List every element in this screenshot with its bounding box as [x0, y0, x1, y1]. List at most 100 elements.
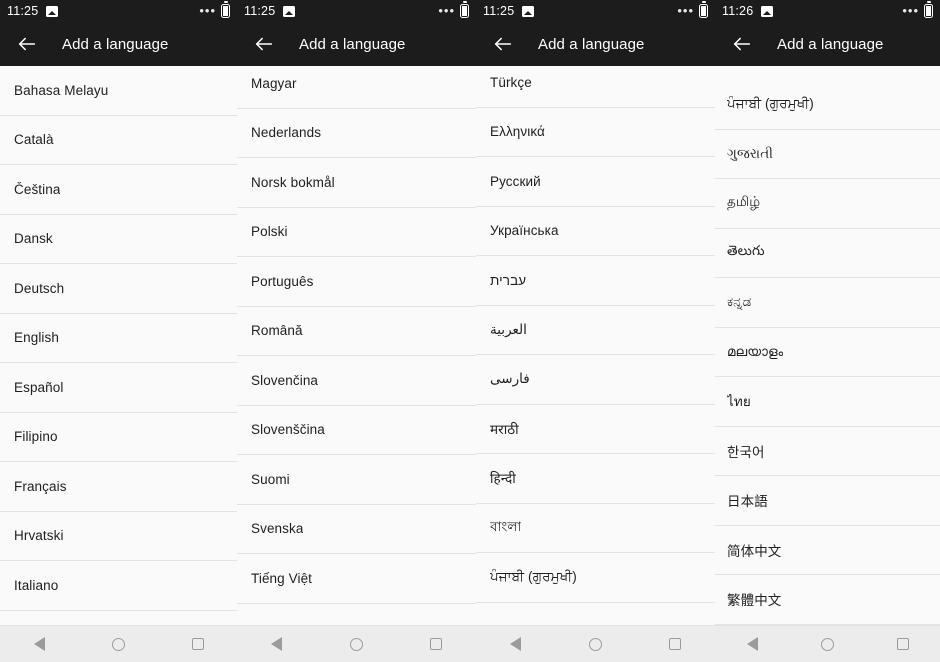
language-name: Deutsch: [14, 280, 65, 296]
language-list-item[interactable]: ਪੰਜਾਬੀ (ਗੁਰਮੁਖੀ): [715, 80, 940, 130]
app-bar: Add a language: [0, 22, 237, 66]
language-list-item[interactable]: हिन्दी: [476, 454, 715, 504]
language-list-item[interactable]: Ελληνικά: [476, 107, 715, 157]
language-list-item[interactable]: ไทย: [715, 377, 940, 427]
language-name: বাংলা: [490, 519, 522, 535]
nav-recents-button[interactable]: [416, 626, 456, 662]
language-list-item[interactable]: Türkçe: [476, 66, 715, 108]
language-list[interactable]: Magyar Nederlands Norsk bokmål Polski Portug…: [237, 66, 476, 625]
language-list-item[interactable]: 简体中文: [715, 525, 940, 575]
language-list-item[interactable]: Slovenščina: [237, 405, 476, 455]
language-list-item[interactable]: Nederlands: [237, 108, 476, 158]
language-list-item[interactable]: Magyar: [237, 66, 476, 109]
language-name: Slovenščina: [251, 422, 325, 438]
status-bar-left: 11:25: [244, 4, 296, 18]
nav-back-button[interactable]: [20, 626, 60, 662]
photo-icon: [46, 5, 59, 17]
status-bar: 11:26 •••: [715, 0, 940, 22]
language-name: ਪੰਜਾਬੀ (ਗੁਰਮੁਖੀ): [727, 96, 814, 112]
arrow-back-icon[interactable]: [729, 31, 755, 57]
language-list-item[interactable]: Bahasa Melayu: [0, 66, 237, 116]
language-name: ਪੰਜਾਬੀ (ਗੁਰਮੁਖੀ): [490, 569, 577, 585]
language-name: Dansk: [14, 231, 53, 247]
language-list-item[interactable]: Svenska: [237, 504, 476, 554]
language-list-item[interactable]: Polski: [237, 207, 476, 257]
language-list-item[interactable]: English: [0, 313, 237, 363]
language-name: മലയാളം: [727, 343, 784, 359]
more-dots-icon: •••: [199, 3, 216, 18]
language-list[interactable]: Türkçe Ελληνικά Русский Українська עברית العر…: [476, 66, 715, 625]
photo-icon: [283, 5, 296, 17]
language-name: Polski: [251, 224, 288, 240]
language-list-item[interactable]: Italiano: [0, 561, 237, 611]
language-list[interactable]: ਪੰਜਾਬੀ (ਗੁਰਮੁਖੀ) ગુજરાતી தமிழ் తెలుగు ಕನ್ನಡ മ…: [715, 66, 940, 625]
arrow-back-icon[interactable]: [251, 31, 277, 57]
language-list-item[interactable]: Français: [0, 462, 237, 512]
language-name: Slovenčina: [251, 372, 319, 388]
language-name: తెలుగు: [727, 243, 765, 259]
battery-icon: [699, 1, 708, 18]
language-list-item[interactable]: Norsk bokmål: [237, 158, 476, 208]
nav-back-button[interactable]: [496, 626, 536, 662]
language-list-item[interactable]: Українська: [476, 206, 715, 256]
language-list-item[interactable]: עברית: [476, 256, 715, 306]
language-list-item[interactable]: Filipino: [0, 412, 237, 462]
language-list-item[interactable]: فارسی: [476, 355, 715, 405]
language-list-item[interactable]: Русский: [476, 157, 715, 207]
language-list-item[interactable]: Português: [237, 257, 476, 307]
language-name: हिन्दी: [490, 471, 516, 487]
language-list-item[interactable]: Español: [0, 363, 237, 413]
language-list-item[interactable]: Slovenčina: [237, 356, 476, 406]
language-list-item[interactable]: 한국어: [715, 426, 940, 476]
language-list-item[interactable]: Dansk: [0, 214, 237, 264]
language-name: Português: [251, 273, 314, 289]
language-name: Norsk bokmål: [251, 174, 335, 190]
language-list[interactable]: Bahasa Melayu Català Čeština Dansk Deutsch En…: [0, 66, 237, 625]
square-recents-icon: [669, 638, 682, 650]
nav-home-button[interactable]: [575, 626, 615, 662]
language-list-item[interactable]: Tiếng Việt: [237, 554, 476, 604]
nav-home-button[interactable]: [808, 626, 848, 662]
language-list-item[interactable]: ਪੰਜਾਬੀ (ਗੁਰਮੁਖੀ): [476, 553, 715, 603]
language-list-item[interactable]: 日本語: [715, 476, 940, 526]
language-list-item[interactable]: Hrvatski: [0, 511, 237, 561]
nav-recents-button[interactable]: [655, 626, 695, 662]
photo-icon: [522, 5, 535, 17]
language-list-item[interactable]: Čeština: [0, 165, 237, 215]
nav-recents-button[interactable]: [883, 626, 923, 662]
navigation-bar: [715, 625, 940, 662]
language-name: Nederlands: [251, 125, 322, 141]
language-list-item[interactable]: తెలుగు: [715, 228, 940, 278]
language-list-item[interactable]: বাংলা: [476, 503, 715, 553]
language-list-item[interactable]: Română: [237, 306, 476, 356]
language-list-item[interactable]: தமிழ்: [715, 179, 940, 229]
arrow-back-icon[interactable]: [14, 31, 40, 57]
language-name: Română: [251, 323, 303, 339]
language-name: Suomi: [251, 471, 290, 487]
language-list-item[interactable]: ಕನ್ನಡ: [715, 278, 940, 328]
language-name: Català: [14, 132, 54, 148]
language-list-item[interactable]: ગુજરાતી: [715, 129, 940, 179]
language-list-item[interactable]: Suomi: [237, 455, 476, 505]
language-list-item[interactable]: Deutsch: [0, 264, 237, 314]
language-name: Українська: [490, 223, 559, 239]
language-list-inner: ਪੰਜਾਬੀ (ਗੁਰਮੁਖੀ) ગુજરાતી தமிழ் తెలుగు ಕನ್ನಡ മ…: [715, 80, 940, 625]
nav-home-button[interactable]: [336, 626, 376, 662]
language-list-item[interactable]: العربية: [476, 305, 715, 355]
arrow-back-icon[interactable]: [490, 31, 516, 57]
status-bar-clock: 11:26: [722, 4, 754, 18]
language-list-item[interactable]: മലയാളം: [715, 327, 940, 377]
language-list-item[interactable]: 繁體中文: [715, 575, 940, 625]
nav-back-button[interactable]: [733, 626, 773, 662]
circle-home-icon: [112, 637, 125, 651]
navigation-bar: [237, 625, 476, 662]
language-name: Bahasa Melayu: [14, 82, 109, 98]
nav-home-button[interactable]: [99, 626, 139, 662]
battery-icon: [221, 1, 230, 18]
status-bar-left: 11:25: [483, 4, 535, 18]
language-list-item[interactable]: मराठी: [476, 404, 715, 454]
nav-recents-button[interactable]: [178, 626, 218, 662]
nav-back-button[interactable]: [257, 626, 297, 662]
device-panel-4: 11:26 ••• Add a language ਪੰਜਾਬੀ (ਗੁਰਮੁਖੀ) ગુ…: [715, 0, 940, 662]
language-list-item[interactable]: Català: [0, 115, 237, 165]
